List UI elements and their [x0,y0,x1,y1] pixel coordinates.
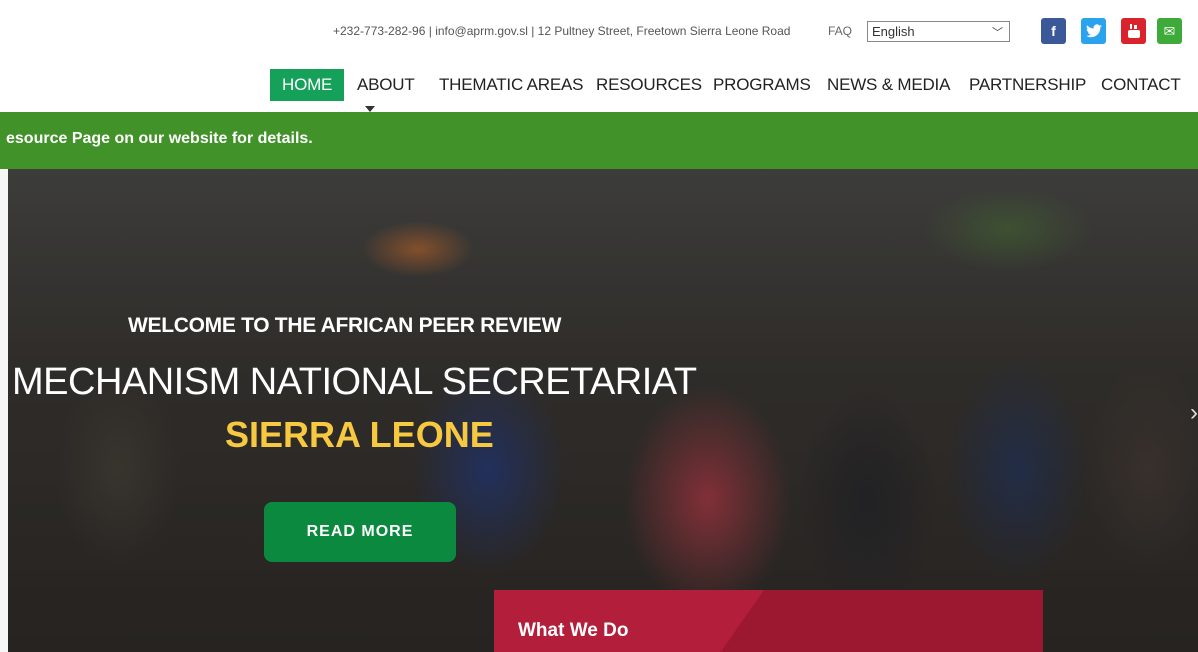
nav-item-news-media[interactable]: NEWS & MEDIA [827,69,950,101]
hero-slider: WELCOME TO THE AFRICAN PEER REVIEW MECHA… [8,169,1198,652]
nav-item-thematic-areas[interactable]: THEMATIC AREAS [439,69,583,101]
twitter-icon[interactable] [1081,18,1106,44]
twitter-bird-icon [1085,24,1102,38]
nav-item-partnership[interactable]: PARTNERSHIP [969,69,1086,101]
page-gutter [0,169,8,652]
marquee-text[interactable]: esource Page on our website for details. [6,130,313,148]
next-slide-icon[interactable]: › [1190,399,1198,427]
nav-item-about[interactable]: ABOUT [357,69,415,101]
what-we-do-title: What We Do [518,620,629,641]
nav-item-home[interactable]: HOME [270,69,345,101]
nav-item-contact[interactable]: CONTACT [1101,69,1181,101]
hero-image [8,169,1198,652]
mail-icon[interactable]: ✉ [1157,18,1182,44]
top-bar: +232-773-282-96 | info@aprm.gov.sl | 12 … [0,0,1198,62]
main-nav: HOME ABOUT THEMATIC AREAS RESOURCES PROG… [0,69,1198,105]
nav-item-resources[interactable]: RESOURCES [596,69,702,101]
facebook-icon[interactable]: f [1041,18,1066,44]
language-value: English [872,24,915,39]
announcement-marquee: esource Page on our website for details. [0,112,1198,169]
faq-link[interactable]: FAQ [828,24,852,38]
youtube-glyph-icon [1127,24,1140,38]
chevron-down-icon: ﹀ [992,27,1003,39]
what-we-do-panel: What We Do [494,590,1043,652]
contact-info: +232-773-282-96 | info@aprm.gov.sl | 12 … [333,24,791,38]
hero-title: MECHANISM NATIONAL SECRETARIAT [12,361,697,403]
read-more-button[interactable]: READ MORE [264,502,456,562]
hero-country: SIERRA LEONE [225,414,494,455]
hero-welcome-text: WELCOME TO THE AFRICAN PEER REVIEW [128,314,562,337]
language-select[interactable]: English ﹀ [867,21,1010,42]
youtube-icon[interactable] [1121,18,1146,44]
nav-item-programs[interactable]: PROGRAMS [713,69,811,101]
